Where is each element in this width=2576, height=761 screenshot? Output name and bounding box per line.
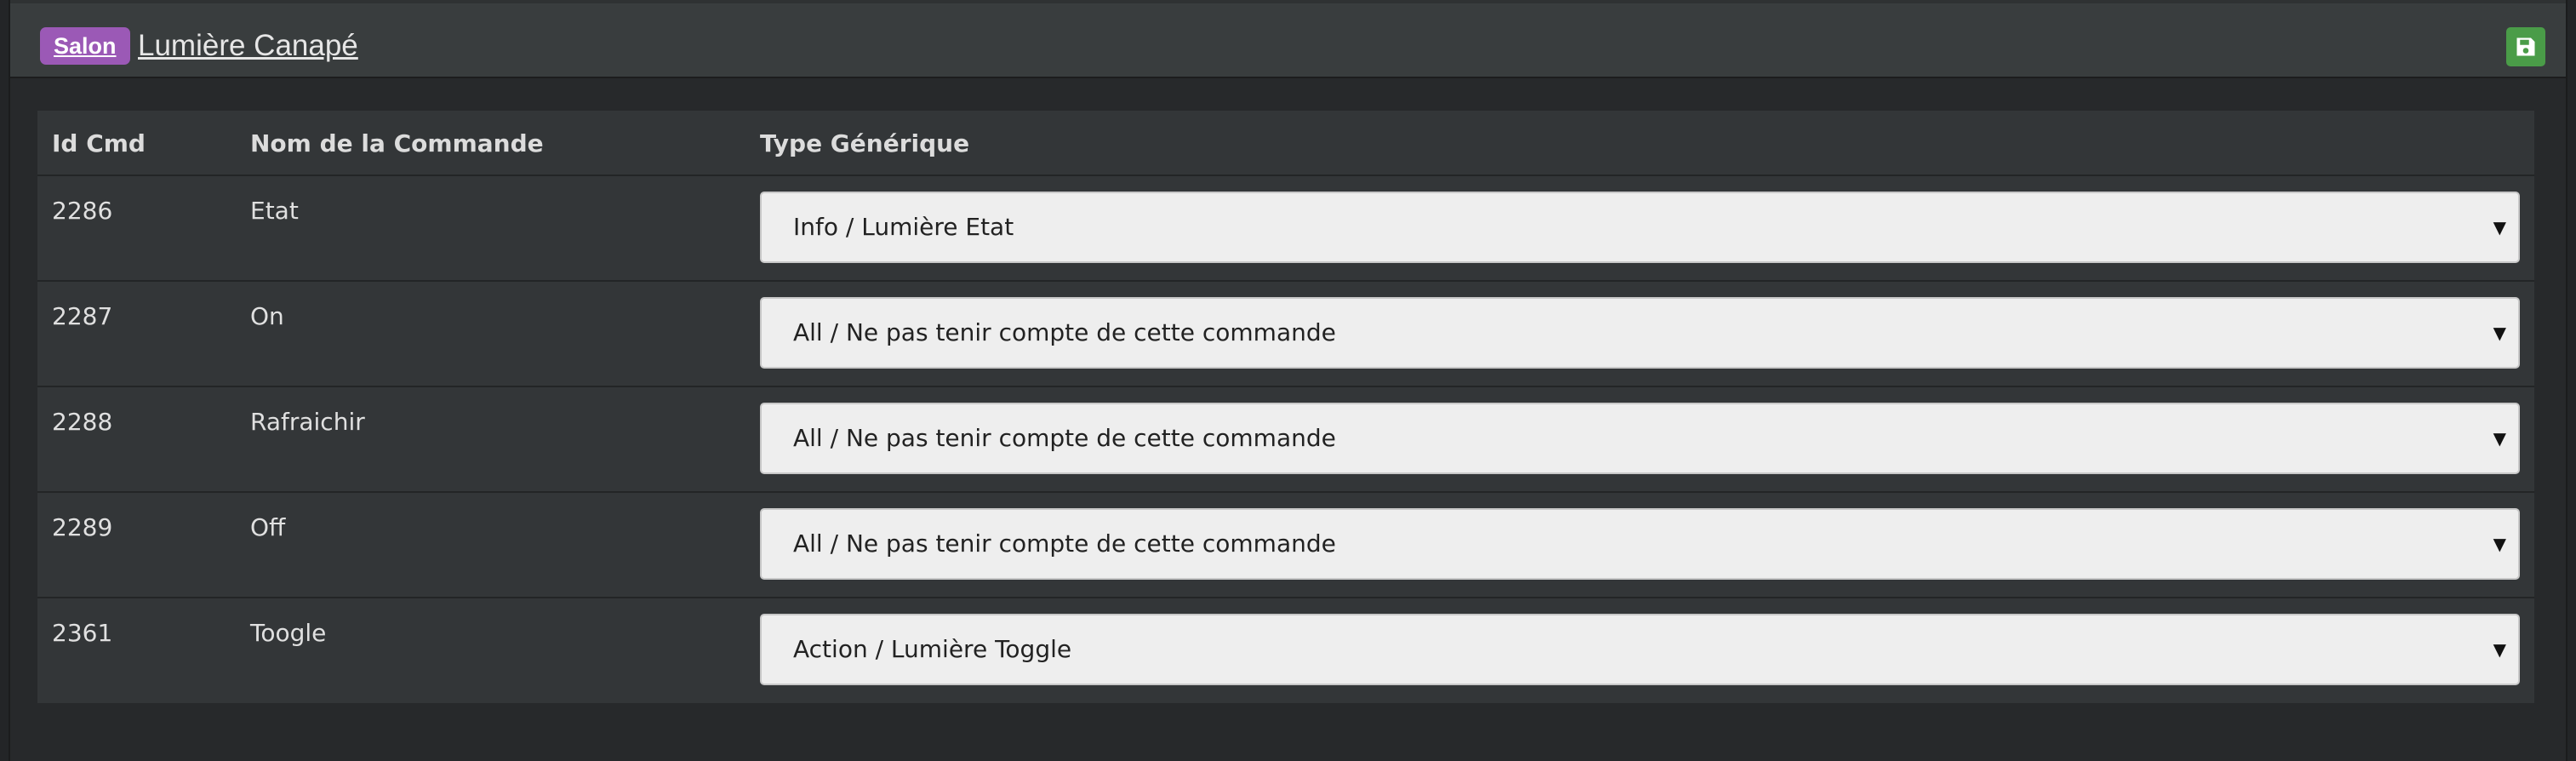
- command-name: Etat: [250, 197, 299, 225]
- panel-header: Salon Lumière Canapé: [10, 0, 2566, 78]
- select-value: Action / Lumière Toggle: [793, 635, 1072, 663]
- command-id: 2361: [52, 619, 113, 647]
- select-value: All / Ne pas tenir compte de cette comma…: [793, 529, 1336, 558]
- equipment-panel: Salon Lumière Canapé Id Cmd Nom de la Co…: [9, 0, 2567, 761]
- generic-type-select[interactable]: All / Ne pas tenir compte de cette comma…: [760, 297, 2520, 369]
- select-value: Info / Lumière Etat: [793, 213, 1014, 241]
- save-button[interactable]: [2506, 27, 2545, 66]
- table-header: Id Cmd Nom de la Commande Type Générique: [37, 111, 2534, 176]
- caret-down-icon: ▼: [2493, 428, 2506, 449]
- command-name: Toogle: [250, 619, 327, 647]
- table-row: 2361 Toogle Action / Lumière Toggle ▼: [37, 598, 2534, 704]
- table-row: 2287 On All / Ne pas tenir compte de cet…: [37, 282, 2534, 387]
- command-id: 2289: [52, 513, 113, 541]
- caret-down-icon: ▼: [2493, 217, 2506, 237]
- command-name: Off: [250, 513, 286, 541]
- room-badge[interactable]: Salon: [40, 27, 130, 65]
- column-header-type: Type Générique: [760, 129, 970, 157]
- table-row: 2288 Rafraichir All / Ne pas tenir compt…: [37, 387, 2534, 493]
- caret-down-icon: ▼: [2493, 534, 2506, 554]
- generic-type-select[interactable]: All / Ne pas tenir compte de cette comma…: [760, 508, 2520, 580]
- select-value: All / Ne pas tenir compte de cette comma…: [793, 318, 1336, 346]
- equipment-name-link[interactable]: Lumière Canapé: [138, 27, 358, 65]
- commands-table: Id Cmd Nom de la Commande Type Générique…: [37, 111, 2534, 703]
- floppy-disk-icon: [2516, 37, 2535, 56]
- column-header-name: Nom de la Commande: [250, 129, 544, 157]
- generic-type-select[interactable]: Action / Lumière Toggle ▼: [760, 614, 2520, 685]
- generic-type-select[interactable]: All / Ne pas tenir compte de cette comma…: [760, 403, 2520, 474]
- caret-down-icon: ▼: [2493, 639, 2506, 660]
- table-row: 2286 Etat Info / Lumière Etat ▼: [37, 176, 2534, 282]
- command-name: Rafraichir: [250, 408, 365, 436]
- column-header-id: Id Cmd: [52, 129, 146, 157]
- command-id: 2287: [52, 302, 113, 330]
- command-name: On: [250, 302, 284, 330]
- command-id: 2286: [52, 197, 113, 225]
- command-id: 2288: [52, 408, 113, 436]
- table-row: 2289 Off All / Ne pas tenir compte de ce…: [37, 493, 2534, 598]
- select-value: All / Ne pas tenir compte de cette comma…: [793, 424, 1336, 452]
- generic-type-select[interactable]: Info / Lumière Etat ▼: [760, 192, 2520, 263]
- caret-down-icon: ▼: [2493, 323, 2506, 343]
